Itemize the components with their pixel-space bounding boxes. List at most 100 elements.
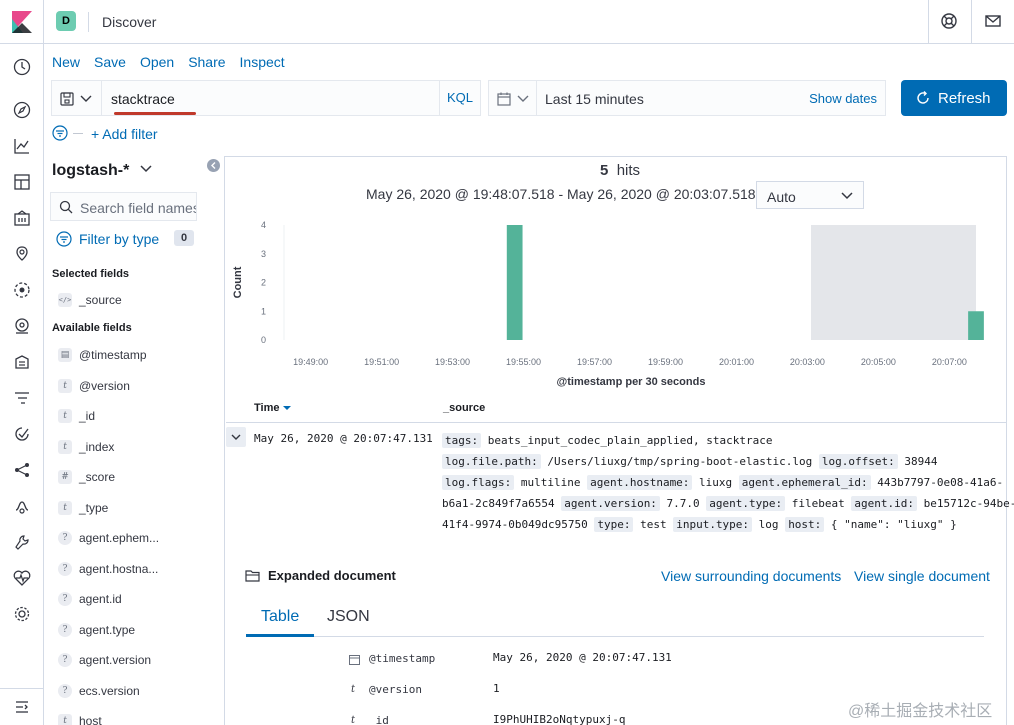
field-name: _source [79, 293, 122, 307]
document-field-value: 1 [493, 682, 500, 695]
menu-new[interactable]: New [52, 54, 80, 70]
kibana-logo[interactable] [0, 0, 44, 44]
query-language-button[interactable]: KQL [439, 81, 480, 115]
row-expand-toggle[interactable] [226, 427, 246, 447]
field-search-placeholder: Search field names [80, 200, 197, 216]
refresh-button[interactable]: Refresh [901, 80, 1007, 116]
hits-count: 5 hits [600, 162, 640, 179]
wrench-icon[interactable] [13, 533, 31, 551]
help-icon[interactable] [940, 12, 960, 32]
menu-save[interactable]: Save [94, 54, 126, 70]
canvas-icon[interactable] [13, 209, 31, 227]
show-dates-button[interactable]: Show dates [809, 91, 877, 106]
discover-compass-icon[interactable] [13, 101, 31, 119]
source-field-value: b6a1-2c849f7a6554 [442, 497, 562, 510]
expanded-document-title: Expanded document [268, 568, 396, 583]
interval-select[interactable]: Auto [756, 181, 864, 209]
menu-inspect[interactable]: Inspect [240, 54, 285, 70]
chevron-down-icon [140, 165, 152, 173]
filter-options-icon[interactable] [52, 125, 68, 141]
siem-graph-icon[interactable] [13, 461, 31, 479]
histogram-chart[interactable]: 0 1 2 3 4 19:49:00 19:51:00 19:53:00 19:55:00 19:… [226, 214, 1006, 392]
time-range-label[interactable]: Last 15 minutes [545, 91, 644, 107]
view-single-link[interactable]: View single document [854, 568, 990, 584]
app-title: Discover [102, 14, 157, 30]
collapse-sidebar-button[interactable] [207, 159, 220, 172]
menu-open[interactable]: Open [140, 54, 174, 70]
source-field-value: test [633, 518, 674, 531]
filter-by-type-button[interactable]: Filter by type 0 [56, 230, 196, 250]
tab-json[interactable]: JSON [327, 608, 370, 626]
chart-x-tick-label: 20:01:00 [719, 357, 754, 367]
metrics-icon[interactable] [13, 317, 31, 335]
kibana-logo-icon [12, 11, 32, 33]
watermark: @稀土掘金技术社区 [848, 703, 993, 720]
chart-x-axis-label: @timestamp per 30 seconds [557, 376, 706, 388]
refresh-label: Refresh [938, 90, 991, 107]
chart-x-tick-label: 19:59:00 [648, 357, 683, 367]
chart-bar [506, 225, 523, 340]
dashboard-icon[interactable] [13, 173, 31, 191]
view-surrounding-link[interactable]: View surrounding documents [661, 568, 841, 584]
field-name: host [79, 714, 102, 725]
maps-icon[interactable] [13, 245, 31, 263]
arrow-left-icon [211, 162, 216, 169]
string-field-icon: t [58, 378, 72, 393]
chevron-down-icon [231, 434, 241, 440]
dock-navigation-icon[interactable] [14, 699, 30, 715]
string-field-icon: t [351, 715, 356, 725]
source-field-key: agent.ephemeral_id: [738, 475, 871, 490]
table-header-divider [226, 422, 1006, 423]
source-field-key: agent.version: [561, 496, 660, 511]
time-column-label: Time [254, 402, 280, 414]
time-column-header[interactable]: Time [254, 402, 291, 414]
quick-menu-button[interactable] [489, 81, 537, 115]
field-name: agent.ephem... [79, 531, 160, 545]
header-separator [928, 0, 929, 44]
tab-table[interactable]: Table [261, 608, 299, 626]
settings-gear-icon[interactable] [13, 605, 31, 623]
source-field-key: log.file.path: [442, 454, 541, 469]
index-pattern-selector[interactable]: logstash-* [52, 162, 152, 180]
chart-x-tick-label: 19:57:00 [577, 357, 612, 367]
uptime-icon[interactable] [13, 425, 31, 443]
logs-icon[interactable] [13, 353, 31, 371]
apm-icon[interactable] [13, 389, 31, 407]
field-name: @timestamp [79, 348, 147, 362]
calendar-icon [349, 653, 360, 668]
calendar-icon [497, 92, 511, 106]
chart-y-axis-label: Count [232, 266, 244, 298]
document-field-value: I9PhUHIB2oNqtypuxj-q [493, 713, 626, 725]
mail-icon[interactable] [984, 12, 1004, 32]
date-picker: Last 15 minutes Show dates [488, 80, 886, 116]
field-search-input[interactable]: Search field names [50, 192, 197, 221]
chart-y-tick-label: 4 [261, 220, 266, 230]
recent-clock-icon[interactable] [13, 58, 31, 76]
chevron-down-icon [80, 95, 92, 102]
top-header: D Discover [0, 0, 1014, 44]
source-column-header: _source [443, 402, 486, 414]
time-range-text: May 26, 2020 @ 19:48:07.518 - May 26, 20… [366, 186, 774, 202]
menu-share[interactable]: Share [188, 54, 225, 70]
filter-divider [73, 133, 83, 134]
unknown-field-icon: ? [58, 592, 72, 606]
field-name: agent.type [79, 622, 136, 637]
save-disk-icon [60, 92, 74, 106]
source-field-value: /Users/liuxg/tmp/spring-boot-elastic.log [540, 455, 819, 468]
dev-tools-icon[interactable] [13, 497, 31, 515]
field-name: @version [79, 378, 130, 393]
sort-descending-icon[interactable] [282, 405, 291, 411]
source-field-value: multiline [514, 476, 588, 489]
add-filter-button[interactable]: + Add filter [91, 126, 158, 142]
chevron-down-icon [841, 192, 853, 200]
space-avatar[interactable]: D [56, 11, 76, 31]
saved-queries-button[interactable] [52, 81, 102, 115]
top-menu: New Save Open Share Inspect [52, 54, 285, 70]
source-field-value: 7.7.0 [659, 497, 707, 510]
stack-monitoring-icon[interactable] [13, 569, 31, 587]
ml-icon[interactable] [13, 281, 31, 299]
visualize-icon[interactable] [13, 137, 31, 155]
index-pattern-label: logstash-* [52, 162, 130, 179]
query-input[interactable]: stacktrace [111, 91, 175, 107]
header-divider [88, 12, 89, 32]
